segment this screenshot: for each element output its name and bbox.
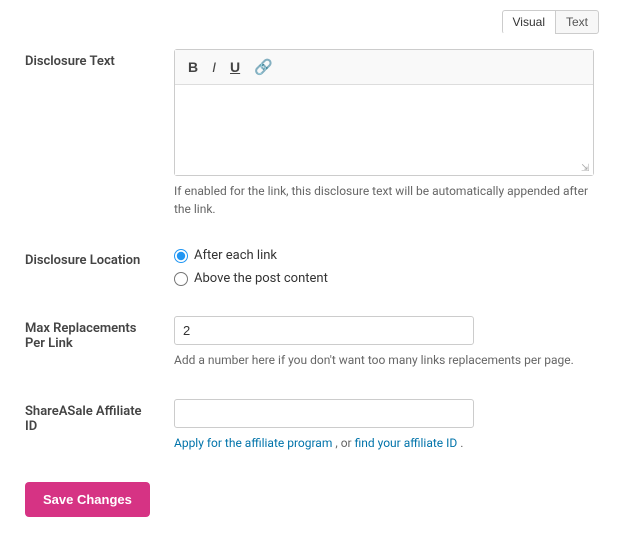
editor-toolbar: B I U 🔗 (175, 50, 593, 85)
radio-above-post-content-label: Above the post content (194, 271, 328, 286)
bold-button[interactable]: B (183, 57, 203, 77)
max-replacements-input[interactable] (174, 316, 474, 345)
shareasale-input[interactable] (174, 399, 474, 428)
disclosure-text-row: Disclosure Text B I U 🔗 ⇲ If enabled for… (15, 34, 604, 233)
editor-wrapper: B I U 🔗 ⇲ (174, 49, 594, 176)
shareasale-help-end: . (460, 436, 463, 450)
shareasale-row: ShareASale Affiliate ID Apply for the af… (15, 384, 604, 467)
editor-tabs-row: Visual Text (15, 10, 604, 34)
radio-after-each-link-input[interactable] (174, 249, 188, 263)
underline-button[interactable]: U (225, 57, 245, 77)
tab-text[interactable]: Text (555, 10, 599, 34)
radio-above-post-content[interactable]: Above the post content (174, 271, 594, 286)
shareasale-cell: Apply for the affiliate program , or fin… (164, 384, 604, 467)
shareasale-label: ShareASale Affiliate ID (15, 384, 164, 467)
settings-form: Disclosure Text B I U 🔗 ⇲ If enabled for… (15, 34, 604, 467)
radio-above-post-content-input[interactable] (174, 272, 188, 286)
disclosure-location-cell: After each link Above the post content (164, 233, 604, 301)
apply-affiliate-link[interactable]: Apply for the affiliate program (174, 436, 332, 450)
disclosure-location-label: Disclosure Location (15, 233, 164, 301)
shareasale-help-middle: , or (335, 436, 354, 450)
disclosure-text-label: Disclosure Text (15, 34, 164, 233)
shareasale-help: Apply for the affiliate program , or fin… (174, 434, 594, 452)
resize-handle: ⇲ (581, 163, 591, 173)
tab-visual[interactable]: Visual (502, 10, 555, 34)
disclosure-location-group: After each link Above the post content (174, 248, 594, 286)
max-replacements-label: Max Replacements Per Link (15, 301, 164, 384)
link-button[interactable]: 🔗 (249, 56, 278, 78)
italic-button[interactable]: I (207, 57, 221, 77)
disclosure-location-row: Disclosure Location After each link Abov… (15, 233, 604, 301)
disclosure-text-cell: B I U 🔗 ⇲ If enabled for the link, this … (164, 34, 604, 233)
max-replacements-row: Max Replacements Per Link Add a number h… (15, 301, 604, 384)
find-affiliate-id-link[interactable]: find your affiliate ID (355, 436, 458, 450)
max-replacements-help: Add a number here if you don't want too … (174, 351, 594, 369)
radio-after-each-link[interactable]: After each link (174, 248, 594, 263)
disclosure-text-help: If enabled for the link, this disclosure… (174, 182, 594, 218)
radio-after-each-link-label: After each link (194, 248, 277, 263)
editor-body[interactable]: ⇲ (175, 85, 593, 175)
max-replacements-cell: Add a number here if you don't want too … (164, 301, 604, 384)
